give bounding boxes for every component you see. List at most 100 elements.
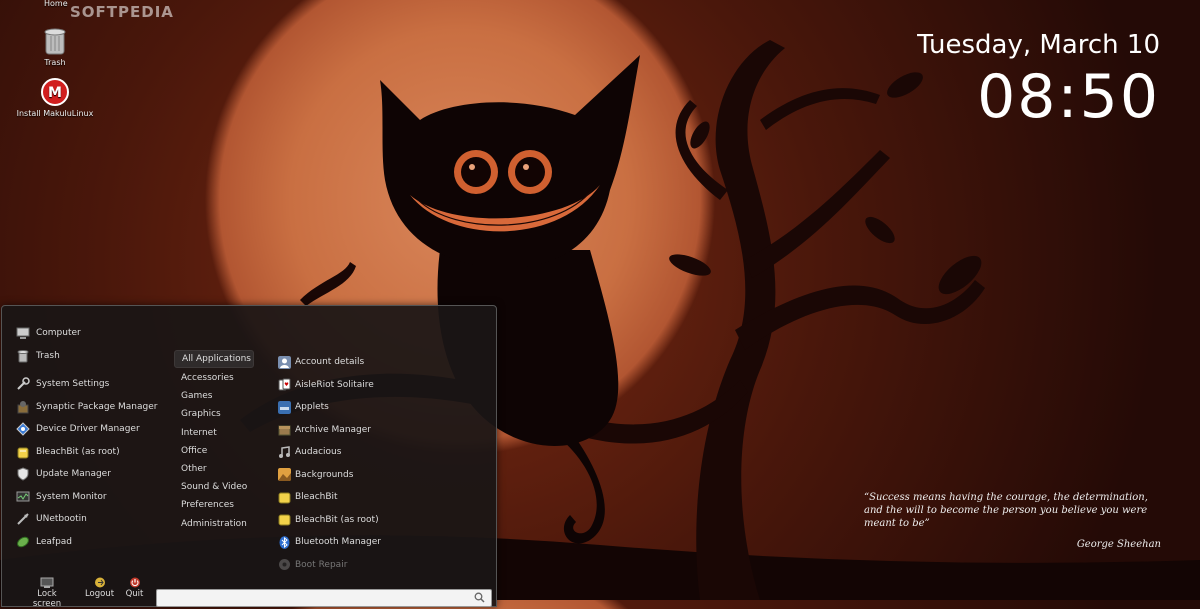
trash-icon [44, 28, 66, 55]
desktop-install-label: Install MakuluLinux [16, 109, 94, 118]
logout-label: Logout [84, 589, 115, 599]
fav-label: System Monitor [36, 491, 107, 502]
app-applets[interactable]: Applets [278, 396, 493, 419]
app-boot-repair[interactable]: Boot Repair [278, 554, 493, 577]
app-bleachbit-root[interactable]: BleachBit (as root) [278, 509, 493, 532]
fav-label: System Settings [36, 379, 110, 390]
quit-label: Quit [125, 589, 144, 599]
application-menu: Computer Trash System Settings Synaptic … [1, 305, 497, 609]
category-sound-video[interactable]: Sound & Video [174, 478, 254, 496]
computer-icon [16, 327, 30, 340]
app-label: Archive Manager [295, 424, 371, 435]
lock-screen-button[interactable]: Lock screen [22, 577, 72, 609]
backgrounds-icon [278, 468, 291, 482]
fav-label: Device Driver Manager [36, 424, 140, 435]
fav-update-manager[interactable]: Update Manager [16, 463, 176, 486]
fav-computer[interactable]: Computer [16, 322, 176, 345]
app-label: Audacious [295, 447, 342, 458]
app-account-details[interactable]: Account details [278, 351, 493, 374]
fav-device-driver-manager[interactable]: Device Driver Manager [16, 418, 176, 441]
fav-label: Update Manager [36, 469, 111, 480]
app-archive-manager[interactable]: Archive Manager [278, 419, 493, 442]
desktop-install-makululinux[interactable]: M Install MakuluLinux [10, 78, 100, 118]
logout-button[interactable]: Logout [82, 577, 117, 599]
leafpad-icon [17, 536, 29, 548]
category-office[interactable]: Office [174, 442, 254, 460]
category-games[interactable]: Games [174, 387, 254, 405]
category-graphics[interactable]: Graphics [174, 405, 254, 423]
desklet-time: 08:50 [977, 62, 1160, 132]
bleachbit-icon [278, 514, 291, 526]
package-icon [17, 400, 29, 414]
bleachbit-icon [17, 447, 29, 459]
svg-text:M: M [48, 85, 62, 101]
home-icon-label[interactable]: Home [44, 0, 68, 8]
fav-label: Synaptic Package Manager [36, 401, 158, 412]
fav-label: UNetbootin [36, 514, 87, 525]
app-aisleriot-solitaire[interactable]: ♥ AisleRiot Solitaire [278, 374, 493, 397]
fav-label: BleachBit (as root) [36, 446, 120, 457]
category-list: All Applications Accessories Games Graph… [174, 350, 254, 533]
svg-text:♥: ♥ [284, 382, 289, 388]
fav-system-settings[interactable]: System Settings [16, 373, 176, 396]
desktop-trash[interactable]: Trash [10, 27, 100, 67]
fav-bleachbit-root[interactable]: BleachBit (as root) [16, 441, 176, 464]
fav-unetbootin[interactable]: UNetbootin [16, 508, 176, 531]
app-label: Bluetooth Manager [295, 537, 382, 548]
fav-label: Trash [36, 350, 60, 361]
app-bleachbit[interactable]: BleachBit [278, 486, 493, 509]
app-bluetooth-manager[interactable]: Bluetooth Manager [278, 531, 493, 554]
menu-search-box [156, 589, 492, 609]
cards-icon: ♥ [278, 378, 291, 391]
app-label: BleachBit [295, 492, 338, 503]
category-all-applications[interactable]: All Applications [174, 350, 254, 368]
app-label: AisleRiot Solitaire [295, 379, 374, 390]
category-accessories[interactable]: Accessories [174, 369, 254, 387]
app-label: Applets [295, 402, 329, 413]
favorites-list: Computer Trash System Settings Synaptic … [16, 322, 176, 553]
fav-system-monitor[interactable]: System Monitor [16, 486, 176, 509]
shield-icon [17, 467, 29, 481]
desklet-date: Tuesday, March 10 [917, 30, 1160, 60]
category-internet[interactable]: Internet [174, 424, 254, 442]
fav-leafpad[interactable]: Leafpad [16, 531, 176, 554]
category-preferences[interactable]: Preferences [174, 496, 254, 514]
bluetooth-icon [279, 535, 290, 549]
applets-icon [278, 400, 291, 414]
fav-synaptic[interactable]: Synaptic Package Manager [16, 396, 176, 419]
boot-repair-icon [279, 559, 290, 571]
driver-icon [16, 422, 30, 436]
app-label: Backgrounds [295, 469, 354, 480]
desklet-quote-text: “Success means having the courage, the d… [864, 492, 1148, 529]
fav-label: Leafpad [36, 536, 73, 547]
bleachbit-icon [278, 492, 291, 504]
fav-trash[interactable]: Trash [16, 345, 176, 368]
desktop-trash-label: Trash [44, 58, 66, 67]
app-audacious[interactable]: Audacious [278, 441, 493, 464]
quit-button[interactable]: Quit [122, 577, 147, 599]
lock-screen-icon [40, 577, 54, 588]
power-icon [129, 577, 140, 588]
unetbootin-icon [17, 513, 29, 525]
search-icon[interactable] [474, 592, 485, 603]
app-backgrounds[interactable]: Backgrounds [278, 464, 493, 487]
category-other[interactable]: Other [174, 460, 254, 478]
application-list: Account details ♥ AisleRiot Solitaire Ap… [278, 351, 493, 576]
category-administration[interactable]: Administration [174, 515, 254, 533]
audacious-icon [279, 445, 290, 458]
fav-label: Computer [36, 328, 81, 339]
app-label: BleachBit (as root) [295, 514, 379, 525]
softpedia-watermark: SOFTPEDIA [70, 3, 174, 21]
app-label: Account details [295, 357, 365, 368]
desklet-quote-author: George Sheehan [1076, 539, 1161, 550]
account-icon [278, 355, 291, 369]
makulu-installer-icon: M [41, 78, 69, 106]
menu-search-input[interactable] [157, 595, 465, 609]
app-label: Boot Repair [295, 559, 348, 570]
logout-icon [94, 577, 105, 588]
trash-icon [17, 349, 29, 363]
lock-screen-label: Lock screen [32, 589, 62, 609]
archive-icon [278, 425, 291, 436]
settings-icon [17, 377, 30, 390]
monitor-icon [16, 491, 30, 502]
